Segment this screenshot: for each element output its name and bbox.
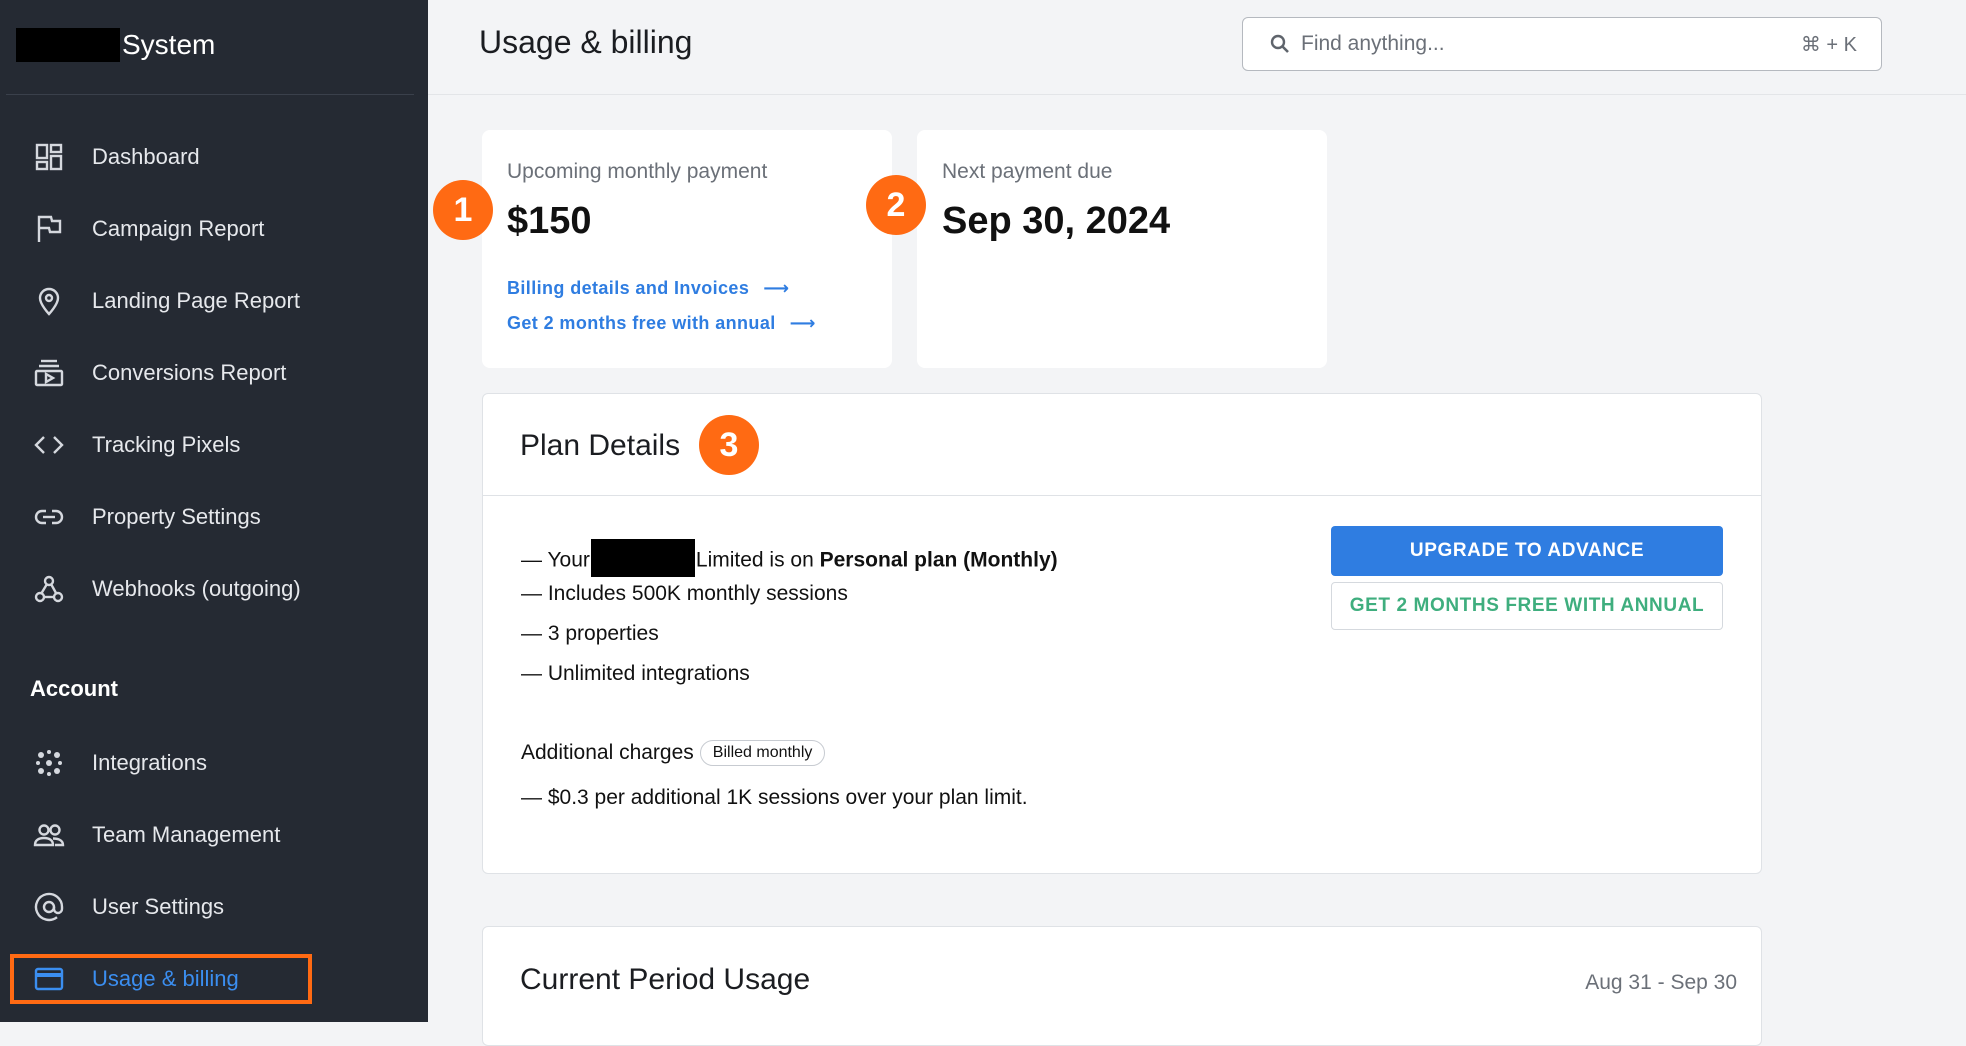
dots-grid-icon bbox=[30, 744, 68, 782]
upcoming-payment-value: $150 bbox=[507, 200, 592, 242]
sidebar-item-dashboard[interactable]: Dashboard bbox=[30, 132, 400, 182]
plan-line-properties: — 3 properties bbox=[521, 622, 659, 645]
plan-line-middle: Limited is on bbox=[695, 548, 820, 572]
next-payment-value: Sep 30, 2024 bbox=[942, 200, 1171, 242]
subscriptions-icon bbox=[30, 354, 68, 392]
sidebar: System Dashboard Campaign Report Landing… bbox=[0, 0, 428, 1022]
at-sign-icon bbox=[30, 888, 68, 926]
page-title: Usage & billing bbox=[479, 24, 693, 60]
annual-offer-link-label: Get 2 months free with annual bbox=[507, 313, 776, 333]
additional-charges: Additional charges Billed monthly bbox=[521, 740, 826, 766]
arrow-right-icon: ⟶ bbox=[763, 278, 790, 298]
redacted-company-name bbox=[590, 539, 695, 577]
upcoming-payment-card: Upcoming monthly payment $150 Billing de… bbox=[482, 130, 892, 368]
plan-line-integrations: — Unlimited integrations bbox=[521, 662, 750, 685]
header-divider bbox=[428, 94, 1966, 95]
sidebar-item-webhooks[interactable]: Webhooks (outgoing) bbox=[30, 564, 400, 614]
sidebar-item-landing-page-report[interactable]: Landing Page Report bbox=[30, 276, 400, 326]
account-section-label: Account bbox=[30, 676, 118, 701]
billing-details-link-label: Billing details and Invoices bbox=[507, 278, 750, 298]
sidebar-item-label: Conversions Report bbox=[92, 360, 287, 385]
step-badge-1: 1 bbox=[433, 180, 493, 240]
sidebar-item-team-management[interactable]: Team Management bbox=[30, 810, 400, 860]
link-icon bbox=[30, 498, 68, 536]
sidebar-divider bbox=[6, 94, 414, 95]
webhook-icon bbox=[30, 570, 68, 608]
step-badge-3: 3 bbox=[699, 415, 759, 475]
code-icon bbox=[30, 426, 68, 464]
sidebar-item-label: Integrations bbox=[92, 750, 207, 775]
search-input[interactable]: Find anything... ⌘ + K bbox=[1242, 17, 1882, 71]
upcoming-payment-label: Upcoming monthly payment bbox=[507, 160, 768, 183]
dashboard-icon bbox=[30, 138, 68, 176]
plan-line-sessions: — Includes 500K monthly sessions bbox=[521, 582, 848, 605]
plan-divider bbox=[483, 495, 1761, 496]
step-badge-2: 2 bbox=[866, 175, 926, 235]
sidebar-item-tracking-pixels[interactable]: Tracking Pixels bbox=[30, 420, 400, 470]
sidebar-item-label: User Settings bbox=[92, 894, 225, 919]
flag-icon bbox=[30, 210, 68, 248]
sidebar-item-label: Team Management bbox=[92, 822, 281, 847]
plan-name: Personal plan (Monthly) bbox=[819, 548, 1058, 572]
sidebar-item-integrations[interactable]: Integrations bbox=[30, 738, 400, 788]
annual-offer-link[interactable]: Get 2 months free with annual ⟶ bbox=[507, 313, 816, 334]
plan-details-title: Plan Details bbox=[520, 429, 681, 462]
sidebar-item-label: Landing Page Report bbox=[92, 288, 300, 313]
people-icon bbox=[30, 816, 68, 854]
plan-line-account: — Your Limited is on Personal plan (Month… bbox=[521, 539, 1058, 580]
sidebar-item-conversions-report[interactable]: Conversions Report bbox=[30, 348, 400, 398]
billed-monthly-badge: Billed monthly bbox=[699, 740, 826, 766]
search-shortcut: ⌘ + K bbox=[1800, 33, 1857, 56]
sidebar-item-campaign-report[interactable]: Campaign Report bbox=[30, 204, 400, 254]
sidebar-item-label: Campaign Report bbox=[92, 216, 265, 241]
additional-charges-label: Additional charges bbox=[521, 741, 694, 764]
search-placeholder: Find anything... bbox=[1301, 32, 1445, 55]
location-pin-icon bbox=[30, 282, 68, 320]
search-icon bbox=[1270, 34, 1289, 53]
next-payment-label: Next payment due bbox=[942, 160, 1113, 183]
next-payment-card: Next payment due Sep 30, 2024 bbox=[917, 130, 1327, 368]
additional-charges-line: — $0.3 per additional 1K sessions over y… bbox=[521, 786, 1028, 809]
annual-offer-button[interactable]: GET 2 MONTHS FREE WITH ANNUAL bbox=[1331, 582, 1723, 630]
billing-details-link[interactable]: Billing details and Invoices ⟶ bbox=[507, 278, 789, 299]
current-usage-title: Current Period Usage bbox=[520, 963, 811, 996]
redacted-brand-name bbox=[16, 28, 120, 62]
brand-name: System bbox=[122, 29, 216, 60]
sidebar-item-label: Property Settings bbox=[92, 504, 261, 529]
sidebar-item-property-settings[interactable]: Property Settings bbox=[30, 492, 400, 542]
plan-line-prefix: — Your bbox=[521, 548, 590, 572]
sidebar-item-user-settings[interactable]: User Settings bbox=[30, 882, 400, 932]
usage-date-range: Aug 31 - Sep 30 bbox=[1585, 971, 1737, 994]
current-usage-card: Current Period Usage Aug 31 - Sep 30 bbox=[482, 926, 1762, 1046]
plan-details-card: Plan Details — Your Limited is on Persona… bbox=[482, 393, 1762, 874]
upgrade-button[interactable]: UPGRADE TO ADVANCE bbox=[1331, 526, 1723, 576]
brand-logo[interactable]: System bbox=[16, 28, 215, 62]
sidebar-item-label: Webhooks (outgoing) bbox=[92, 576, 301, 601]
sidebar-item-label: Dashboard bbox=[92, 144, 200, 169]
arrow-right-icon: ⟶ bbox=[789, 313, 816, 333]
highlight-outline bbox=[10, 954, 312, 1004]
sidebar-item-label: Tracking Pixels bbox=[92, 432, 241, 457]
